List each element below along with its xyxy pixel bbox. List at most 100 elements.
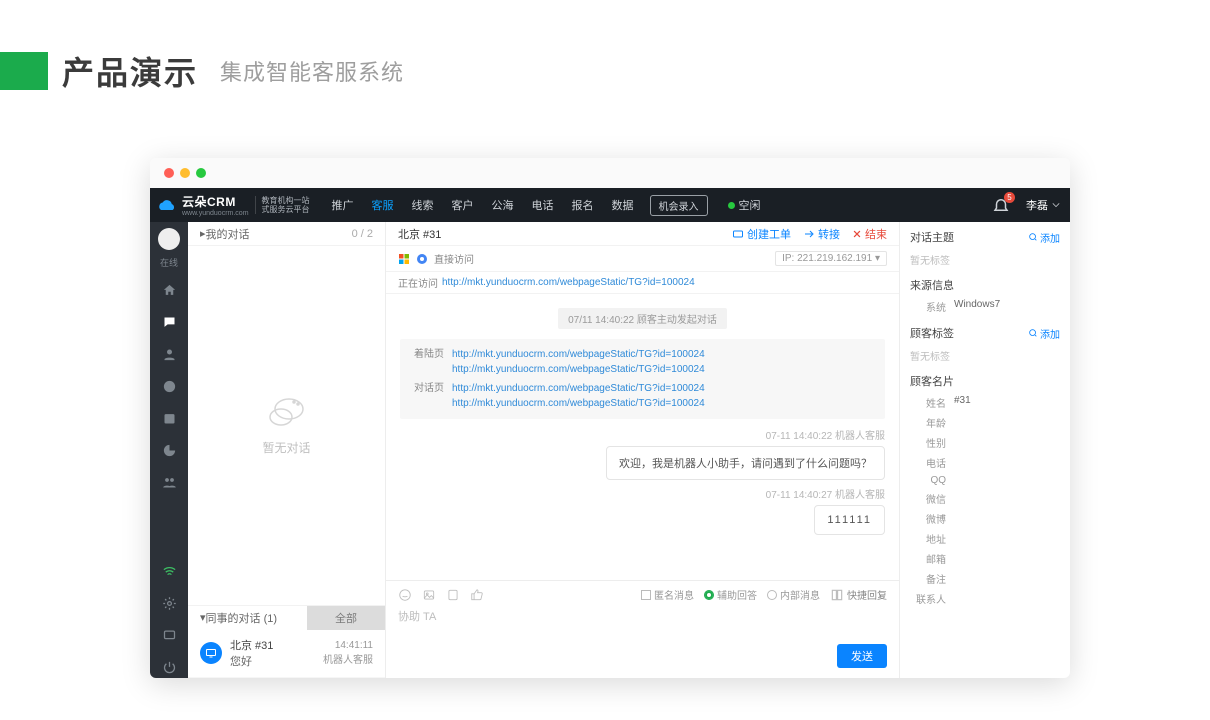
conversation-item[interactable]: 北京 #31 您好 14:41:11 机器人客服 [188,629,385,678]
nav-tab[interactable]: 数据 [612,197,634,213]
nav-tab[interactable]: 电话 [532,197,554,213]
user-menu[interactable]: 李磊 [1026,197,1060,213]
close-dot[interactable] [164,168,174,178]
attachment-icon[interactable] [446,588,460,602]
quick-reply-button[interactable]: 快捷回复 [830,587,887,602]
rail-wifi[interactable] [158,560,180,582]
image-icon[interactable] [422,588,436,602]
add-topic-button[interactable]: 添加 [1028,230,1060,245]
message-icon [162,628,177,643]
timestamp: 07-11 14:40:22 机器人客服 [400,427,885,442]
window-titlebar [150,158,1070,188]
rail-chart[interactable] [158,439,180,461]
message-bubble: 111111 [814,505,885,535]
my-conv-header[interactable]: ▸ 我的对话 0 / 2 [188,222,385,246]
tag-title: 顾客标签 [910,325,954,341]
rail-home[interactable] [158,279,180,301]
slide-header: 产品演示 集成智能客服系统 [0,0,1210,114]
side-rail: 在线 [150,222,188,678]
status-idle[interactable]: 空闲 [728,197,761,213]
page-link[interactable]: http://mkt.yunduocrm.com/webpageStatic/T… [452,398,705,409]
notif-badge: 5 [1004,192,1015,203]
message-input[interactable]: 协助 TA [398,608,887,638]
transfer-icon [803,228,815,240]
slide-title: 产品演示 [62,48,198,94]
ip-box[interactable]: IP: 221.219.162.191 ▾ [775,251,887,266]
rail-settings[interactable] [158,592,180,614]
avatar[interactable] [158,228,180,250]
transfer-button[interactable]: 转接 [803,226,840,242]
chat-icon [162,315,177,330]
conversations-panel: ▸ 我的对话 0 / 2 暂无对话 ▾ 同事的对话 (1) 全部 北京 #31 … [188,222,386,678]
chat-panel: 北京 #31 创建工单 转接 结束 直接访问 IP: 221.219.162.1… [386,222,900,678]
brand-site: www.yunduocrm.com [182,210,249,217]
topic-title: 对话主题 [910,229,954,245]
nav-tab[interactable]: 线索 [412,197,434,213]
send-button[interactable]: 发送 [837,644,887,668]
message-bubble: 欢迎，我是机器人小助手，请问遇到了什么问题吗？ [606,446,885,480]
composer: 匿名消息 辅助回答 内部消息 快捷回复 协助 TA 发送 [386,580,899,678]
windows-icon [398,253,410,265]
minimize-dot[interactable] [180,168,190,178]
pie-icon [162,443,177,458]
monitor-icon [200,642,222,664]
close-icon [852,229,862,239]
all-button[interactable]: 全部 [307,606,385,630]
page-link[interactable]: http://mkt.yunduocrm.com/webpageStatic/T… [452,349,705,360]
notifications-button[interactable]: 5 [992,196,1010,214]
slide-subtitle: 集成智能客服系统 [220,55,404,87]
emoji-icon[interactable] [398,588,412,602]
gear-icon [162,596,177,611]
brand-tagline: 教育机构一站 式服务云平台 [255,196,310,214]
online-label: 在线 [160,256,178,269]
empty-state: 暂无对话 [188,246,385,605]
nav-tab[interactable]: 公海 [492,197,514,213]
assist-radio[interactable]: 辅助回答 [704,587,757,602]
colleague-conv-header[interactable]: ▾ 同事的对话 (1) 全部 [188,605,385,629]
event-pill: 07/11 14:40:22 顾客主动发起对话 [558,308,727,329]
anon-checkbox[interactable]: 匿名消息 [641,587,694,602]
chat-header: 北京 #31 创建工单 转接 结束 [386,222,899,246]
rail-group[interactable] [158,471,180,493]
rail-check[interactable] [158,375,180,397]
accent-bar [0,52,48,90]
rail-power[interactable] [158,656,180,678]
brand-name: 云朵CRM [182,193,249,210]
pages-card: 着陆页http://mkt.yunduocrm.com/webpageStati… [400,339,885,419]
group-icon [162,475,177,490]
chevron-down-icon [1052,201,1060,209]
nav-tab[interactable]: 推广 [332,197,354,213]
rail-calendar[interactable] [158,407,180,429]
chat-bubble-icon [267,395,307,431]
nav-tab[interactable]: 报名 [572,197,594,213]
thumbs-up-icon[interactable] [470,588,484,602]
zoom-dot[interactable] [196,168,206,178]
page-link[interactable]: http://mkt.yunduocrm.com/webpageStatic/T… [452,383,705,394]
visiting-bar: 正在访问 http://mkt.yunduocrm.com/webpageSta… [386,272,899,294]
source-title: 来源信息 [910,277,1060,293]
end-button[interactable]: 结束 [852,226,887,242]
search-plus-icon [1028,232,1038,242]
check-circle-icon [162,379,177,394]
search-plus-icon [1028,328,1038,338]
internal-radio[interactable]: 内部消息 [767,587,820,602]
access-bar: 直接访问 IP: 221.219.162.191 ▾ [386,246,899,272]
cloud-icon [156,196,176,214]
status-dot-icon [728,202,735,209]
card-title: 顾客名片 [910,373,1060,389]
nav-tab[interactable]: 客服 [372,197,394,213]
app-window: 云朵CRM www.yunduocrm.com 教育机构一站 式服务云平台 推广… [150,158,1070,678]
nav-tab[interactable]: 客户 [452,197,474,213]
add-tag-button[interactable]: 添加 [1028,326,1060,341]
top-nav: 云朵CRM www.yunduocrm.com 教育机构一站 式服务云平台 推广… [150,188,1070,222]
record-button[interactable]: 机会录入 [650,195,708,216]
calendar-icon [162,411,177,426]
rail-help[interactable] [158,624,180,646]
create-ticket-button[interactable]: 创建工单 [732,226,791,242]
rail-person[interactable] [158,343,180,365]
visiting-link[interactable]: http://mkt.yunduocrm.com/webpageStatic/T… [442,277,695,288]
person-icon [162,347,177,362]
timestamp: 07-11 14:40:27 机器人客服 [400,486,885,501]
page-link[interactable]: http://mkt.yunduocrm.com/webpageStatic/T… [452,364,705,375]
rail-chat[interactable] [158,311,180,333]
